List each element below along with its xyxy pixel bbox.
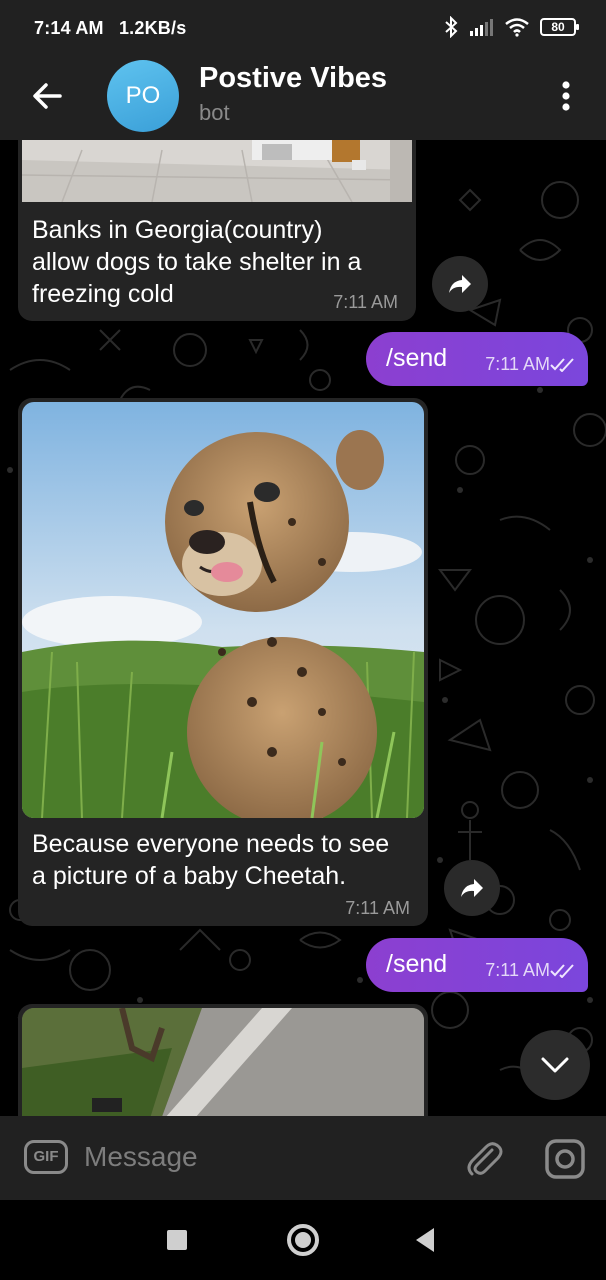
message-time: 7:11 AM [345,898,410,918]
message-time: 7:11 AM [333,292,398,312]
paperclip-icon[interactable] [464,1138,504,1178]
caption-line: freezing cold [32,280,174,308]
message-caption: Because everyone needs to see a picture … [32,828,389,892]
battery-level: 80 [551,20,565,34]
wifi-icon [505,18,529,37]
message-text: /send [386,344,448,372]
chat-subtitle: bot [199,100,230,125]
arrow-left-icon[interactable] [28,76,68,116]
forward-arrow-icon [461,879,483,897]
recents-button[interactable] [167,1230,187,1250]
share-button[interactable] [432,256,488,312]
incoming-message[interactable] [18,1004,428,1116]
message-photo[interactable] [22,1008,424,1116]
chat-header: PO Postive Vibes bot [0,58,606,140]
gif-button[interactable]: GIF [24,1140,68,1174]
status-net-speed: 1.2KB/s [118,18,187,38]
status-info: 7:14 AM 1.2KB/s [34,18,196,39]
caption-line: Banks in Georgia(country) [32,216,323,244]
avatar[interactable]: PO [107,60,179,132]
avatar-initials: PO [125,82,161,109]
bluetooth-icon [445,16,458,38]
chat-title[interactable]: Postive Vibes [199,62,387,95]
signal-icon [470,19,493,36]
system-back-button[interactable] [416,1228,434,1252]
status-bar: 7:14 AM 1.2KB/s 80 [0,0,606,58]
double-check-icon [550,964,574,978]
camera-icon[interactable] [544,1138,586,1180]
caption-line: allow dogs to take shelter in a [32,248,362,276]
message-list[interactable]: Banks in Georgia(country) allow dogs to … [0,140,606,1116]
message-text: /send [386,950,448,978]
message-time: 7:11 AM [485,354,550,374]
outgoing-message[interactable]: /send 7:11 AM [366,938,588,992]
chevron-down-icon [541,1057,569,1073]
incoming-message[interactable]: Banks in Georgia(country) allow dogs to … [18,140,416,321]
status-icons: 80 [444,16,579,38]
system-nav-bar [0,1200,606,1280]
status-time: 7:14 AM [34,18,104,38]
message-caption: Banks in Georgia(country) allow dogs to … [32,214,361,310]
kebab-menu-icon[interactable] [552,78,580,114]
message-photo[interactable] [22,140,412,202]
battery-icon: 80 [540,18,579,36]
outgoing-message[interactable]: /send 7:11 AM [366,332,588,386]
caption-line: Because everyone needs to see [32,830,390,858]
message-time: 7:11 AM [485,960,550,980]
share-button[interactable] [444,860,500,916]
message-input[interactable] [84,1134,434,1180]
caption-line: a picture of a baby Cheetah. [32,862,347,890]
scroll-down-button[interactable] [520,1030,590,1100]
double-check-icon [550,358,574,372]
home-button[interactable] [287,1224,319,1256]
message-photo[interactable] [22,402,424,818]
incoming-message[interactable]: Because everyone needs to see a picture … [18,398,428,926]
message-composer: GIF [0,1116,606,1200]
forward-arrow-icon [449,275,471,293]
